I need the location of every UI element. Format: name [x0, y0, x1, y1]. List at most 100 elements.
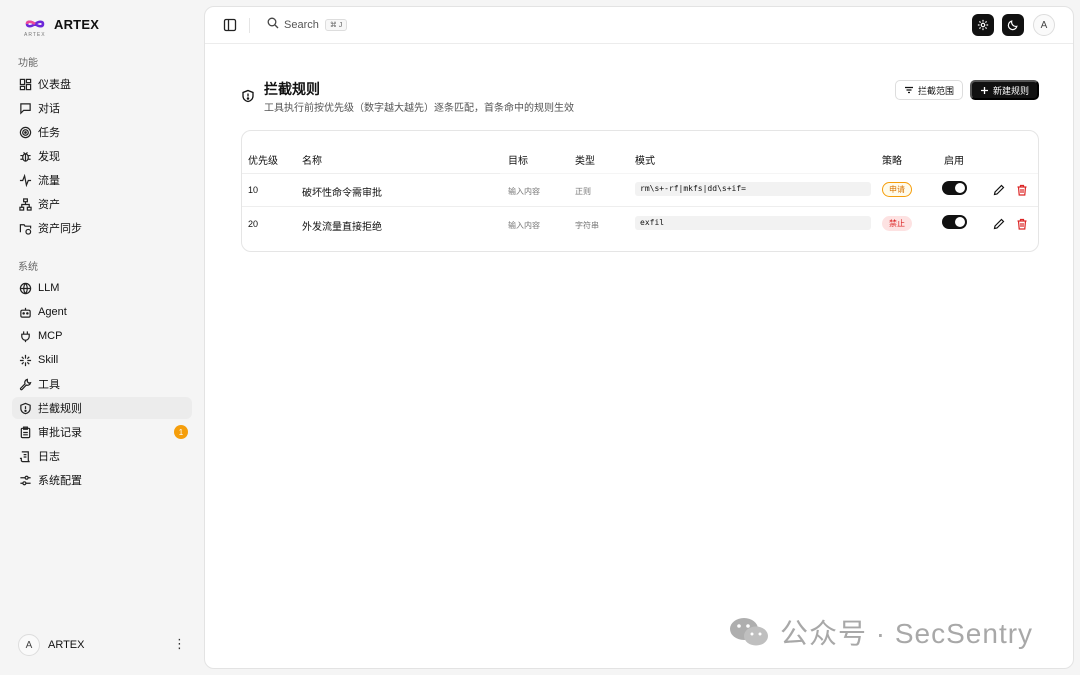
scroll-icon [18, 449, 32, 463]
rule-target: 输入内容 [508, 187, 540, 196]
rule-target: 输入内容 [508, 221, 540, 230]
sidebar-item-label: 发现 [38, 151, 60, 163]
brand-subtext: ARTEX [24, 32, 46, 38]
clipboard-icon [18, 425, 32, 439]
table-row[interactable]: 10 破坏性命令需审批 输入内容 正则 rm\s+-rf|mkfs|dd\s+i… [242, 174, 1038, 207]
sidebar-item-label: 资产 [38, 199, 60, 211]
settings-sliders-icon [18, 473, 32, 487]
divider [249, 18, 250, 33]
sidebar-item-approvals[interactable]: 审批记录 1 [12, 421, 192, 443]
table-row[interactable]: 20 外发流量直接拒绝 输入内容 字符串 exfil 禁止 [242, 208, 1038, 241]
sidebar-item-label: LLM [38, 282, 60, 294]
theme-toggle-button[interactable] [1002, 14, 1024, 36]
rule-pattern: rm\s+-rf|mkfs|dd\s+if= [635, 182, 871, 196]
more-vertical-icon[interactable]: ⋮ [173, 637, 186, 650]
sidebar-item-label: 仪表盘 [38, 79, 71, 91]
moon-icon [1007, 20, 1018, 31]
settings-button[interactable] [972, 14, 994, 36]
sidebar-item-label: 工具 [38, 379, 60, 391]
button-label: 新建规则 [993, 85, 1030, 96]
search-trigger[interactable]: Search ⌘ J [267, 16, 348, 34]
new-rule-button[interactable]: 新建规则 [970, 80, 1040, 100]
search-shortcut: ⌘ J [324, 19, 348, 31]
column-header-pattern: 模式 [635, 156, 655, 167]
avatar[interactable]: A [1033, 14, 1055, 36]
trash-icon [1017, 184, 1027, 196]
bot-icon [18, 305, 32, 319]
folder-sync-icon [18, 221, 32, 235]
avatar: A [18, 634, 40, 656]
toggle-knob [955, 217, 965, 227]
main-panel: Search ⌘ J A 拦截规则 工具执行前按优先级（数字越大越先）逐条匹配，… [204, 6, 1074, 669]
search-icon [267, 16, 279, 34]
sidebar-item-assets[interactable]: 资产 [12, 193, 192, 215]
shield-icon [18, 401, 32, 415]
sidebar-item-label: 日志 [38, 451, 60, 463]
intercept-scope-button[interactable]: 拦截范围 [895, 80, 964, 100]
enabled-toggle[interactable] [942, 215, 967, 229]
column-header-priority: 优先级 [248, 156, 278, 167]
rule-name: 外发流量直接拒绝 [302, 222, 382, 233]
sidebar-item-dashboard[interactable]: 仪表盘 [12, 73, 192, 95]
sidebar-item-asset-sync[interactable]: 资产同步 [12, 217, 192, 239]
sidebar-item-intercept-rules[interactable]: 拦截规则 [12, 397, 192, 419]
edit-rule-button[interactable] [993, 217, 1005, 230]
network-icon [18, 197, 32, 211]
topbar: Search ⌘ J A [205, 7, 1073, 44]
enabled-toggle[interactable] [942, 181, 967, 195]
sidebar-item-label: 系统配置 [38, 475, 82, 487]
target-icon [18, 125, 32, 139]
delete-rule-button[interactable] [1016, 217, 1028, 230]
bug-icon [18, 149, 32, 163]
activity-icon [18, 173, 32, 187]
user-menu[interactable]: A ARTEX ⋮ [18, 633, 190, 657]
sidebar-item-findings[interactable]: 发现 [12, 145, 192, 167]
button-label: 拦截范围 [918, 85, 955, 96]
sidebar-item-traffic[interactable]: 流量 [12, 169, 192, 191]
trash-icon [1017, 218, 1027, 230]
shield-icon [241, 89, 255, 103]
sidebar-item-tools[interactable]: 工具 [12, 373, 192, 395]
sidebar-item-llm[interactable]: LLM [12, 277, 192, 299]
sidebar-item-agent[interactable]: Agent [12, 301, 192, 323]
rule-priority: 10 [248, 185, 259, 195]
sparkle-icon [18, 353, 32, 367]
watermark: 公众号 · SecSentry [728, 612, 1033, 652]
sidebar-item-label: 对话 [38, 103, 60, 115]
pencil-icon [993, 184, 1005, 196]
approval-count-badge: 1 [174, 425, 188, 439]
globe-icon [18, 281, 32, 295]
user-name: ARTEX [48, 639, 85, 651]
column-header-name: 名称 [302, 156, 322, 167]
sidebar-item-logs[interactable]: 日志 [12, 445, 192, 467]
rule-priority: 20 [248, 219, 259, 229]
sidebar: ARTEX ARTEX 功能 仪表盘 对话 任务 发现 流量 资产 资产同步 系… [0, 0, 204, 675]
sidebar-toggle-icon[interactable] [223, 18, 237, 32]
sidebar-item-tasks[interactable]: 任务 [12, 121, 192, 143]
page-subtitle: 工具执行前按优先级（数字越大越先）逐条匹配，首条命中的规则生效 [264, 103, 574, 114]
page-title: 拦截规则 [264, 81, 320, 97]
nav-features: 仪表盘 对话 任务 发现 流量 资产 资产同步 [12, 73, 192, 241]
policy-badge: 申请 [882, 182, 912, 197]
rule-pattern: exfil [635, 216, 871, 230]
sidebar-item-label: 任务 [38, 127, 60, 139]
sidebar-item-system-config[interactable]: 系统配置 [12, 469, 192, 491]
rules-table: 优先级 名称 目标 类型 模式 策略 启用 10 破坏性命令需审批 输入内容 正… [241, 130, 1039, 252]
sidebar-item-skill[interactable]: Skill [12, 349, 192, 371]
rule-name: 破坏性命令需审批 [302, 188, 382, 199]
sidebar-item-mcp[interactable]: MCP [12, 325, 192, 347]
column-header-policy: 策略 [882, 156, 902, 167]
nav-system: LLM Agent MCP Skill 工具 拦截规则 审批记录 1 日志 系统… [12, 277, 192, 493]
filter-icon [905, 86, 913, 94]
brand-name: ARTEX [54, 16, 100, 32]
wrench-icon [18, 377, 32, 391]
edit-rule-button[interactable] [993, 183, 1005, 196]
gear-icon [977, 19, 989, 31]
column-header-type: 类型 [575, 156, 595, 167]
sidebar-item-chat[interactable]: 对话 [12, 97, 192, 119]
section-label-features: 功能 [18, 58, 38, 69]
rule-type: 正则 [575, 187, 591, 196]
sidebar-item-label: Agent [38, 306, 67, 318]
sidebar-item-label: 拦截规则 [38, 403, 82, 415]
delete-rule-button[interactable] [1016, 183, 1028, 196]
